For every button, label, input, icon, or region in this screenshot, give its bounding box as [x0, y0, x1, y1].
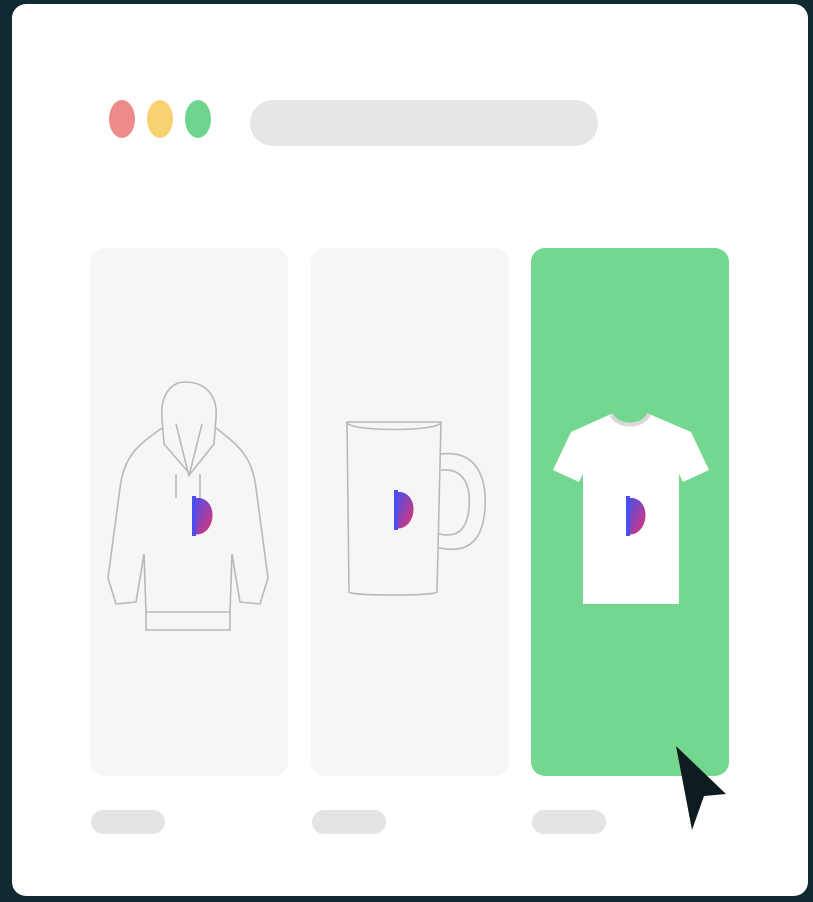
hoodie-icon: [107, 381, 269, 631]
address-bar[interactable]: [250, 100, 598, 146]
product-caption-hoodie: [91, 810, 165, 834]
mug-icon: [346, 421, 486, 596]
product-caption-tshirt: [532, 810, 606, 834]
product-card-hoodie[interactable]: [90, 248, 288, 776]
minimize-window-dot[interactable]: [147, 100, 173, 138]
product-card-tshirt[interactable]: [531, 248, 729, 776]
close-window-dot[interactable]: [109, 100, 135, 138]
browser-window: [12, 4, 808, 896]
maximize-window-dot[interactable]: [185, 100, 211, 138]
mouse-pointer-icon: [676, 746, 726, 830]
product-caption-mug: [312, 810, 386, 834]
product-card-mug[interactable]: [311, 248, 509, 776]
tshirt-icon: [553, 412, 709, 604]
